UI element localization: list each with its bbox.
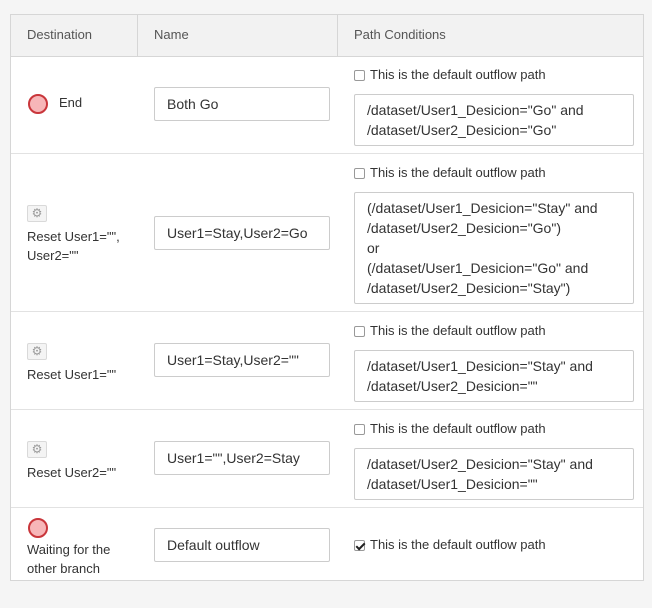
default-outflow-label: This is the default outflow path <box>370 165 546 180</box>
table-row: ⚙ Reset User2="" User1="",User2=Stay Thi… <box>11 410 643 508</box>
header-path-conditions: Path Conditions <box>354 27 446 42</box>
default-outflow-label: This is the default outflow path <box>370 67 546 82</box>
table-row: ⚙ Reset User1="", User2="" User1=Stay,Us… <box>11 154 643 312</box>
default-outflow-checkbox[interactable] <box>354 325 365 337</box>
default-outflow-checkbox[interactable] <box>354 69 365 81</box>
default-outflow-option[interactable]: This is the default outflow path <box>354 537 546 553</box>
path-condition-field[interactable]: /dataset/User1_Desicion="Stay" and /data… <box>354 350 634 402</box>
gear-icon[interactable]: ⚙ <box>27 343 47 360</box>
end-circle-icon[interactable] <box>28 94 48 114</box>
table-row: ⚙ Reset User1="" User1=Stay,User2="" Thi… <box>11 312 643 410</box>
destination-label: End <box>59 95 83 110</box>
default-outflow-checkbox[interactable] <box>354 539 365 551</box>
end-circle-icon[interactable] <box>28 518 48 538</box>
default-outflow-label: This is the default outflow path <box>370 421 546 436</box>
default-outflow-option[interactable]: This is the default outflow path <box>354 67 546 83</box>
default-outflow-label: This is the default outflow path <box>370 323 546 338</box>
default-outflow-checkbox[interactable] <box>354 167 365 179</box>
destination-label: Waiting for the other branch <box>27 542 111 576</box>
path-condition-field[interactable]: /dataset/User1_Desicion="Go" and /datase… <box>354 94 634 146</box>
name-input[interactable]: User1="",User2=Stay <box>154 441 330 475</box>
destination-label: Reset User1="" <box>27 367 117 382</box>
header-name: Name <box>138 15 338 56</box>
outflow-table: Destination Name Path Conditions End Bot… <box>10 14 644 581</box>
table-row: End Both Go This is the default outflow … <box>11 56 643 154</box>
name-input[interactable]: Default outflow <box>154 528 330 562</box>
name-input[interactable]: User1=Stay,User2="" <box>154 343 330 377</box>
default-outflow-option[interactable]: This is the default outflow path <box>354 323 546 339</box>
path-condition-field[interactable]: /dataset/User2_Desicion="Stay" and /data… <box>354 448 634 500</box>
default-outflow-option[interactable]: This is the default outflow path <box>354 165 546 181</box>
gear-icon[interactable]: ⚙ <box>27 441 47 458</box>
default-outflow-checkbox[interactable] <box>354 423 365 435</box>
gear-icon[interactable]: ⚙ <box>27 205 47 222</box>
destination-label: Reset User2="" <box>27 465 117 480</box>
default-outflow-option[interactable]: This is the default outflow path <box>354 421 546 437</box>
table-header: Destination Name Path Conditions <box>11 15 643 57</box>
name-input[interactable]: User1=Stay,User2=Go <box>154 216 330 250</box>
default-outflow-label: This is the default outflow path <box>370 537 546 552</box>
path-condition-field[interactable]: (/dataset/User1_Desicion="Stay" and /dat… <box>354 192 634 304</box>
table-row: Waiting for the other branch Default out… <box>11 508 643 580</box>
header-destination: Destination <box>11 15 138 56</box>
name-input[interactable]: Both Go <box>154 87 330 121</box>
destination-label: Reset User1="", User2="" <box>27 229 120 263</box>
